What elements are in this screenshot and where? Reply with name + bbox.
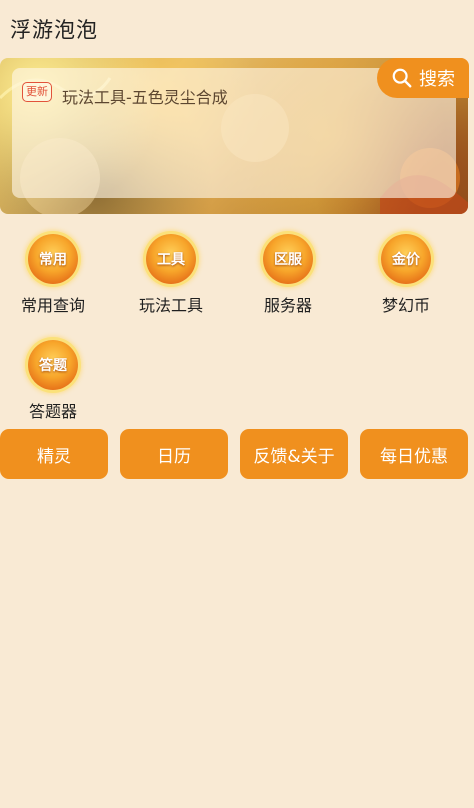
menu-item-common-query[interactable]: 常用 常用查询 (3, 234, 103, 316)
menu-item-quiz[interactable]: 答题 答题器 (3, 340, 103, 422)
menu-item-server[interactable]: 区服 服务器 (238, 234, 338, 316)
gold-price-icon: 金价 (381, 234, 431, 284)
calendar-button[interactable]: 日历 (120, 429, 228, 479)
menu-item-label: 服务器 (263, 296, 312, 315)
app-title: 浮游泡泡 (10, 18, 98, 42)
daily-deals-button[interactable]: 每日优惠 (360, 429, 468, 479)
feedback-about-button[interactable]: 反馈&关于 (240, 429, 348, 479)
menu-item-label: 常用查询 (20, 296, 85, 315)
menu-item-play-tools[interactable]: 工具 玩法工具 (121, 234, 221, 316)
server-icon: 区服 (263, 234, 313, 284)
common-icon: 常用 (28, 234, 78, 284)
update-title[interactable]: 玩法工具-五色灵尘合成 (62, 84, 228, 108)
menu-item-label: 答题器 (28, 402, 77, 421)
search-label: 搜索 (419, 69, 455, 90)
tools-icon: 工具 (146, 234, 196, 284)
menu-item-currency[interactable]: 金价 梦幻币 (356, 234, 456, 316)
menu-item-label: 梦幻币 (381, 296, 430, 315)
sprite-button[interactable]: 精灵 (0, 429, 108, 479)
menu-item-label: 玩法工具 (138, 296, 203, 315)
search-button[interactable]: 搜索 (377, 58, 469, 98)
quiz-icon: 答题 (28, 340, 78, 390)
search-icon (392, 68, 412, 88)
update-badge: 更新 (22, 82, 52, 102)
